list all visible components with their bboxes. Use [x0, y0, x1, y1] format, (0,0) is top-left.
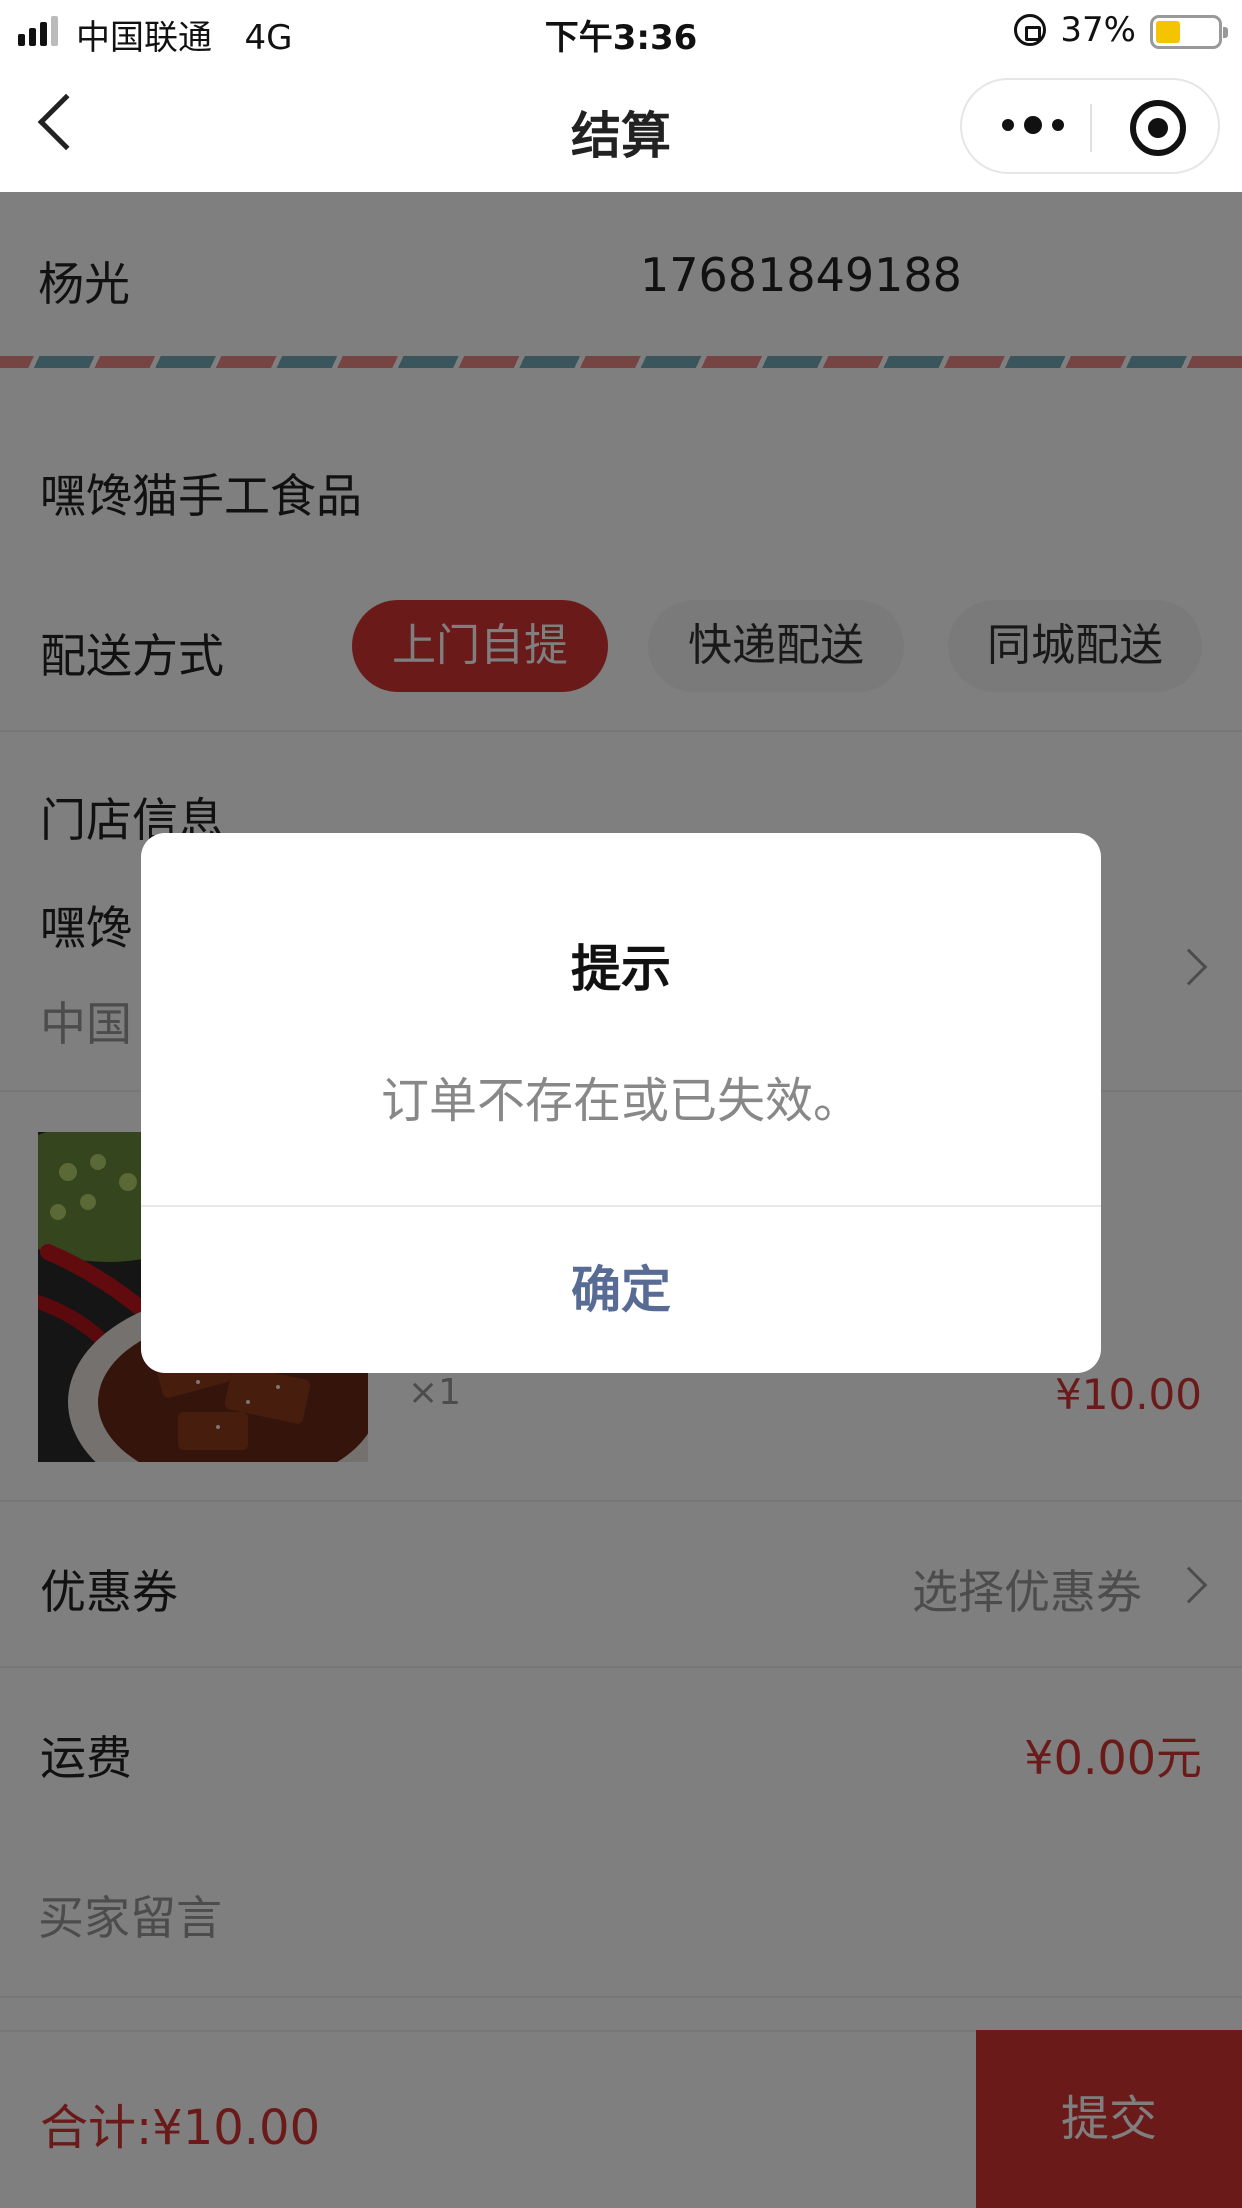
more-icon[interactable]	[1002, 116, 1064, 134]
battery-icon	[1150, 15, 1228, 49]
alert-dialog: 提示 订单不存在或已失效。 确定	[141, 833, 1101, 1373]
clock: 下午3:36	[544, 18, 698, 58]
rotation-lock-icon	[1014, 14, 1046, 46]
nav-bar: 结算	[0, 62, 1242, 192]
confirm-button[interactable]: 确定	[141, 1207, 1101, 1373]
close-mini-program-icon[interactable]	[1130, 100, 1186, 156]
mini-program-capsule	[960, 78, 1220, 174]
dialog-title: 提示	[571, 940, 671, 998]
battery-percent: 37%	[1060, 10, 1136, 50]
checkout-page: 中国联通 4G 下午3:36 37% 结算 杨光 17681849188 嘿馋猫…	[0, 0, 1242, 2208]
status-bar: 中国联通 4G 下午3:36 37%	[0, 0, 1242, 62]
dialog-message: 订单不存在或已失效。	[380, 1073, 861, 1129]
